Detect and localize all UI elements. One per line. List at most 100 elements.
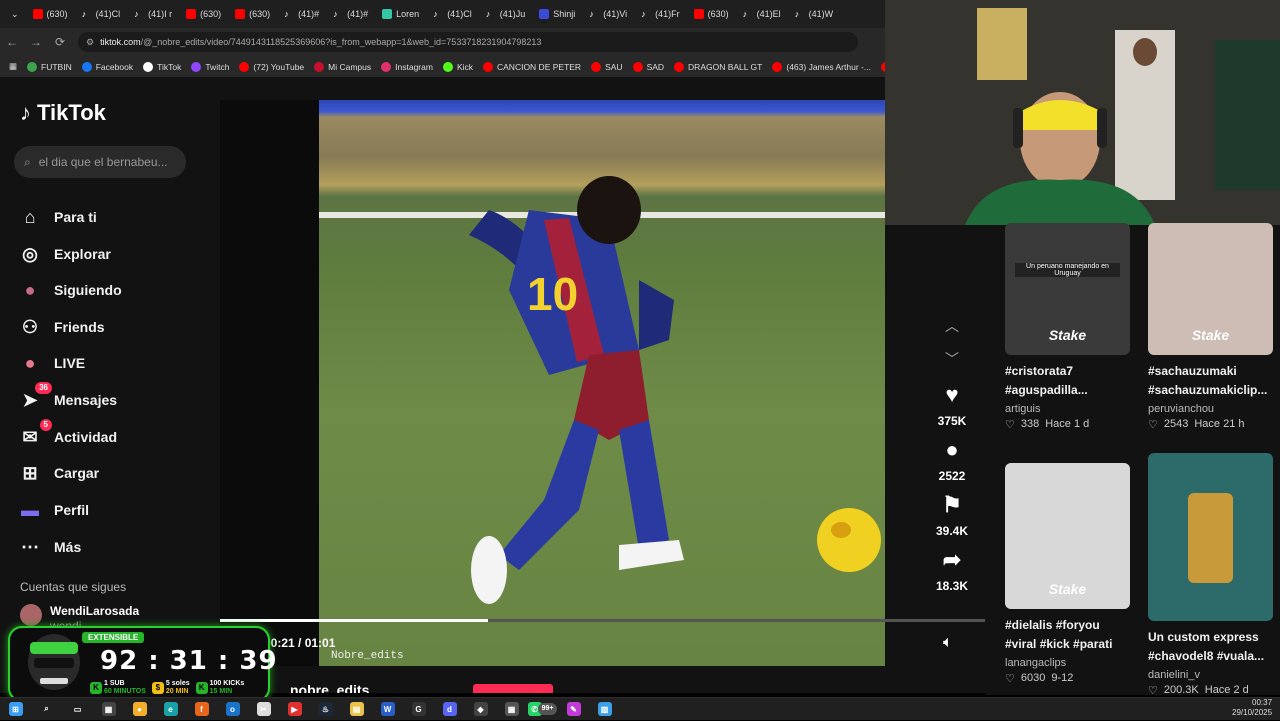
share-button[interactable]: ➦ 18.3K: [928, 549, 976, 593]
bookmark-item[interactable]: Instagram: [376, 62, 438, 72]
like-button[interactable]: ♥ 375K: [928, 384, 976, 428]
volume-icon[interactable]: 🔈︎: [943, 634, 953, 652]
taskbar-app[interactable]: ♨: [310, 698, 341, 721]
taskbar-app[interactable]: e: [155, 698, 186, 721]
taskbar-app[interactable]: ⊞: [0, 698, 31, 721]
sidebar-item-para-ti[interactable]: ⌂Para ti: [18, 205, 97, 229]
bookmark-item[interactable]: SAD: [628, 62, 669, 72]
sidebar-item-live[interactable]: ●LIVE: [18, 351, 85, 375]
sidebar-item-actividad[interactable]: ✉5Actividad: [18, 425, 117, 449]
video-thumbnail[interactable]: [1148, 453, 1273, 621]
sidebar-item-m-s[interactable]: ⋯Más: [18, 535, 81, 559]
taskbar-app[interactable]: o: [217, 698, 248, 721]
youtube-icon: [694, 9, 704, 19]
video-thumbnail[interactable]: Stake: [1148, 223, 1273, 355]
browser-tab[interactable]: ♪(41)W: [788, 0, 841, 28]
sidebar-item-perfil[interactable]: ▬Perfil: [18, 498, 89, 522]
outlook-icon: o: [226, 702, 240, 716]
video-user[interactable]: artiguis: [1005, 403, 1130, 415]
taskbar-app[interactable]: ▭: [62, 698, 93, 721]
sidebar-item-mensajes[interactable]: ➤36Mensajes: [18, 388, 117, 412]
bookmark-item[interactable]: Facebook: [77, 62, 138, 72]
bookmark-item[interactable]: (463) James Arthur -...: [767, 62, 876, 72]
tiktok-logo[interactable]: ♪ TikTok: [20, 100, 106, 126]
bookmark-item[interactable]: Mi Campus: [309, 62, 376, 72]
browser-tab[interactable]: Loren: [375, 0, 426, 28]
taskbar-app[interactable]: ◆: [465, 698, 496, 721]
browser-tab[interactable]: ♪(41)Ju: [479, 0, 533, 28]
taskbar-app[interactable]: d: [434, 698, 465, 721]
search-icon: ⌕: [40, 702, 54, 716]
browser-tab[interactable]: ♪(41)I r: [127, 0, 179, 28]
video-player[interactable]: 10 Nobre_edits: [220, 100, 885, 666]
taskbar-app[interactable]: ✂: [248, 698, 279, 721]
taskbar-app[interactable]: ▦: [93, 698, 124, 721]
bookmark-label: (72) YouTube: [253, 62, 304, 72]
video-frame[interactable]: 10 Nobre_edits: [319, 100, 885, 666]
url-host: tiktok.com: [100, 37, 141, 47]
browser-tab[interactable]: ♪(41)Cl: [75, 0, 128, 28]
bookmark-item[interactable]: Kick: [438, 62, 478, 72]
follow-button[interactable]: [473, 684, 553, 693]
related-video-card[interactable]: Un custom express #chavodel8 #vuala...da…: [1148, 453, 1273, 697]
browser-tab[interactable]: (630): [228, 0, 277, 28]
video-thumbnail[interactable]: Un peruano manejando en UruguayStake: [1005, 223, 1130, 355]
video-thumbnail[interactable]: Stake: [1005, 463, 1130, 609]
chevron-down-icon[interactable]: ﹀: [940, 349, 964, 369]
bookmark-item[interactable]: Twitch: [186, 62, 234, 72]
browser-tab[interactable]: ♪(41)Vi: [582, 0, 634, 28]
browser-tab[interactable]: ♪(41)Fr: [634, 0, 687, 28]
bookmark-item[interactable]: DRAGON BALL GT: [669, 62, 767, 72]
tab-search-menu[interactable]: ⌄: [4, 0, 26, 28]
taskbar-app[interactable]: W: [372, 698, 403, 721]
taskbar-app[interactable]: ✎: [558, 698, 589, 721]
sidebar-item-cargar[interactable]: ⊞Cargar: [18, 461, 99, 485]
taskbar-app[interactable]: ▦: [496, 698, 527, 721]
taskbar-app[interactable]: ▧: [589, 698, 620, 721]
video-user[interactable]: peruvianchou: [1148, 403, 1273, 415]
save-button[interactable]: ⚑ 39.4K: [928, 494, 976, 538]
site-info-icon[interactable]: ⚙: [86, 37, 94, 48]
video-user[interactable]: danielini_v: [1148, 669, 1273, 681]
related-video-card[interactable]: Stake#dielalis #foryou #viral #kick #par…: [1005, 463, 1130, 685]
comment-icon: ●: [928, 439, 976, 461]
bookmark-item[interactable]: FUTBIN: [22, 62, 77, 72]
bookmark-item[interactable]: SAU: [586, 62, 627, 72]
system-clock[interactable]: 00:37 29/10/2025: [1232, 698, 1272, 718]
comment-button[interactable]: ● 2522: [928, 439, 976, 483]
related-video-card[interactable]: Un peruano manejando en UruguayStake#cri…: [1005, 223, 1130, 431]
browser-tab[interactable]: ♪(41)#: [326, 0, 375, 28]
sidebar-item-explorar[interactable]: ◎Explorar: [18, 242, 111, 266]
browser-tab[interactable]: (630): [179, 0, 228, 28]
sidebar-item-siguiendo[interactable]: ●Siguiendo: [18, 278, 122, 302]
video-user[interactable]: lanangaclips: [1005, 657, 1130, 669]
browser-tab[interactable]: ♪(41)#: [277, 0, 326, 28]
browser-tab[interactable]: Shinji: [532, 0, 582, 28]
bookmark-item[interactable]: CANCION DE PETER: [478, 62, 586, 72]
search-input[interactable]: ⌕ el dia que el bernabeu...: [14, 146, 186, 178]
browser-tab[interactable]: ♪(41)El: [736, 0, 788, 28]
bookmark-item[interactable]: (72) YouTube: [234, 62, 309, 72]
sidebar-item-friends[interactable]: ⚇Friends: [18, 315, 105, 339]
browser-tab[interactable]: (630): [687, 0, 736, 28]
heart-outline-icon: ♡: [1005, 672, 1015, 685]
apps-grid-icon[interactable]: ▦: [4, 61, 22, 72]
address-bar[interactable]: ⚙ tiktok.com/@_nobre_edits/video/7449143…: [78, 32, 858, 52]
taskbar-app[interactable]: ▶: [279, 698, 310, 721]
browser-tab[interactable]: (630): [26, 0, 75, 28]
forward-icon[interactable]: →: [24, 35, 48, 49]
taskbar-app[interactable]: f: [186, 698, 217, 721]
related-video-card[interactable]: Stake#sachauzumaki #sachauzumakiclip...p…: [1148, 223, 1273, 431]
video-author[interactable]: nobre_edits: [290, 682, 369, 693]
browser-tab[interactable]: ♪(41)Cl: [426, 0, 479, 28]
back-icon[interactable]: ←: [0, 35, 24, 49]
bookmark-item[interactable]: TikTok: [138, 62, 186, 72]
chevron-up-icon[interactable]: ︿: [940, 316, 964, 336]
taskbar-app[interactable]: G: [403, 698, 434, 721]
taskbar-app[interactable]: ▤: [341, 698, 372, 721]
reload-icon[interactable]: ⟳: [48, 35, 72, 49]
taskbar-app[interactable]: ✆99+: [527, 698, 558, 721]
taskbar-app[interactable]: ⌕: [31, 698, 62, 721]
video-progress-bar[interactable]: [220, 619, 985, 622]
taskbar-app[interactable]: ●: [124, 698, 155, 721]
